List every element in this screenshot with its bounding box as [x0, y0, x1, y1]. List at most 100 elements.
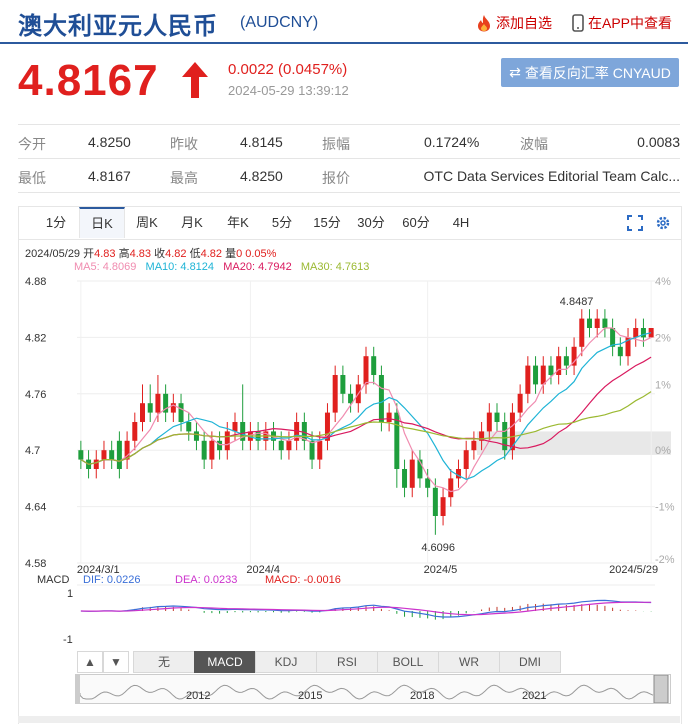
candle-body: [540, 365, 546, 385]
candle-body: [579, 318, 585, 347]
nav-year: 2021: [522, 690, 546, 702]
kline-chart[interactable]: 4.884.824.764.74.644.584%2%1%0%-1%-2%4.8…: [19, 207, 681, 651]
stat-value: OTC Data Services Editorial Team Calc...: [423, 168, 681, 184]
candle-body: [494, 412, 500, 422]
macd-value: MACD: -0.0016: [265, 574, 341, 586]
candle-body: [78, 450, 84, 460]
indicator-kdj[interactable]: KDJ: [255, 651, 317, 673]
low-annotation: 4.6096: [421, 542, 455, 554]
candle-body: [633, 328, 639, 338]
candle-body: [193, 431, 199, 441]
candle-body: [533, 365, 539, 385]
reverse-rate-label: 查看反向汇率 CNYAUD: [524, 64, 671, 81]
current-price: 4.8167: [18, 56, 159, 105]
page-header: 澳大利亚元人民币 (AUDCNY) 添加自选 在APP中查看: [0, 0, 688, 44]
y-tick-label: 4.7: [25, 445, 40, 457]
candle-body: [610, 328, 616, 347]
indicator-none[interactable]: 无: [133, 651, 195, 673]
candle-body: [502, 422, 508, 451]
candle-body: [617, 346, 623, 357]
stat-label: 最高: [170, 170, 198, 186]
page-title: 澳大利亚元人民币: [18, 13, 218, 40]
macd-dif: DIF: 0.0226: [83, 574, 140, 586]
candle-body: [378, 375, 384, 422]
candle-body: [309, 440, 315, 460]
candle-body: [201, 440, 207, 460]
x-tick-label: 2024/5/29: [609, 564, 658, 576]
y-tick-label: 4.58: [25, 558, 46, 570]
next-arrow-button[interactable]: ▼: [103, 651, 129, 673]
add-watchlist-label: 添加自选: [496, 15, 552, 31]
stat-value: 0.1724%: [424, 134, 480, 150]
stat-label: 报价: [322, 170, 350, 186]
price-change: 0.0022 (0.0457%): [228, 61, 348, 78]
flame-icon: [478, 15, 490, 32]
indicator-rsi[interactable]: RSI: [316, 651, 378, 673]
candle-body: [317, 440, 323, 460]
candle-body: [432, 487, 438, 516]
pct-tick-label: 0%: [655, 445, 671, 457]
y-tick-label: 4.82: [25, 332, 46, 344]
stat-label: 波幅: [520, 136, 548, 152]
indicator-wr[interactable]: WR: [438, 651, 500, 673]
stats-row: 最低 4.8167 最高 4.8250 报价 OTC Data Services…: [18, 158, 680, 193]
macd-label: MACD: [37, 574, 69, 586]
candle-body: [286, 440, 292, 451]
add-watchlist-button[interactable]: 添加自选: [476, 13, 552, 33]
y-tick-label: 4.88: [25, 276, 46, 288]
candle-body: [594, 318, 600, 328]
candle-body: [155, 393, 161, 413]
pct-tick-label: 4%: [655, 276, 671, 288]
range-navigator[interactable]: 2012 2015 2018 2021: [75, 674, 671, 704]
stat-value: 0.0083: [637, 134, 680, 150]
indicator-macd[interactable]: MACD: [194, 651, 256, 673]
up-arrow-icon: [182, 62, 208, 98]
candle-body: [278, 440, 284, 451]
stat-value: 4.8145: [240, 134, 283, 150]
candle-body: [232, 422, 238, 432]
view-in-app-label: 在APP中查看: [588, 15, 673, 31]
y-tick-label: 4.76: [25, 389, 46, 401]
navigator-handle-right[interactable]: [653, 674, 669, 704]
candle-body: [109, 450, 115, 460]
x-tick-label: 2024/5: [424, 564, 458, 576]
indicator-boll[interactable]: BOLL: [377, 651, 439, 673]
candle-body: [471, 440, 477, 451]
stats-table: 今开 4.8250 昨收 4.8145 振幅 0.1724% 波幅 0.0083…: [18, 124, 680, 193]
stat-label: 振幅: [322, 136, 350, 152]
candle-body: [556, 356, 562, 375]
candle-body: [340, 375, 346, 394]
swap-icon: ⇄: [509, 64, 521, 80]
candle-body: [425, 478, 431, 488]
navigator-handle-left[interactable]: [76, 675, 80, 703]
indicator-dmi[interactable]: DMI: [499, 651, 561, 673]
high-annotation: 4.8487: [560, 296, 594, 308]
navigator-sparkline: 2012 2015 2018 2021: [76, 674, 669, 704]
candle-body: [332, 375, 338, 413]
reverse-rate-button[interactable]: ⇄ 查看反向汇率 CNYAUD: [501, 58, 679, 87]
currency-code: (AUDCNY): [240, 14, 319, 31]
nav-year: 2012: [186, 690, 210, 702]
candle-body: [140, 403, 146, 422]
macd-tick: -1: [63, 634, 73, 646]
candle-body: [640, 328, 646, 338]
candle-body: [548, 365, 554, 375]
macd-dea: DEA: 0.0233: [175, 574, 237, 586]
prev-arrow-button[interactable]: ▲: [77, 651, 103, 673]
stat-label: 今开: [18, 136, 46, 152]
macd-tick: 1: [67, 588, 73, 600]
candle-body: [93, 459, 99, 469]
bottom-scrollbar[interactable]: [18, 716, 680, 723]
stats-row: 今开 4.8250 昨收 4.8145 振幅 0.1724% 波幅 0.0083: [18, 124, 680, 158]
view-in-app-button[interactable]: 在APP中查看: [572, 13, 672, 33]
candle-body: [563, 356, 569, 366]
y-tick-label: 4.64: [25, 502, 46, 514]
candle-body: [525, 365, 531, 394]
stat-label: 昨收: [170, 136, 198, 152]
candle-body: [186, 422, 192, 432]
candle-body: [147, 403, 153, 413]
chart-panel: 1分 日K 周K 月K 年K 5分 15分 30分 60分 4H 2024/05…: [18, 206, 682, 724]
stat-value: 4.8250: [88, 134, 131, 150]
candle-body: [209, 440, 215, 460]
nav-year: 2018: [410, 690, 434, 702]
